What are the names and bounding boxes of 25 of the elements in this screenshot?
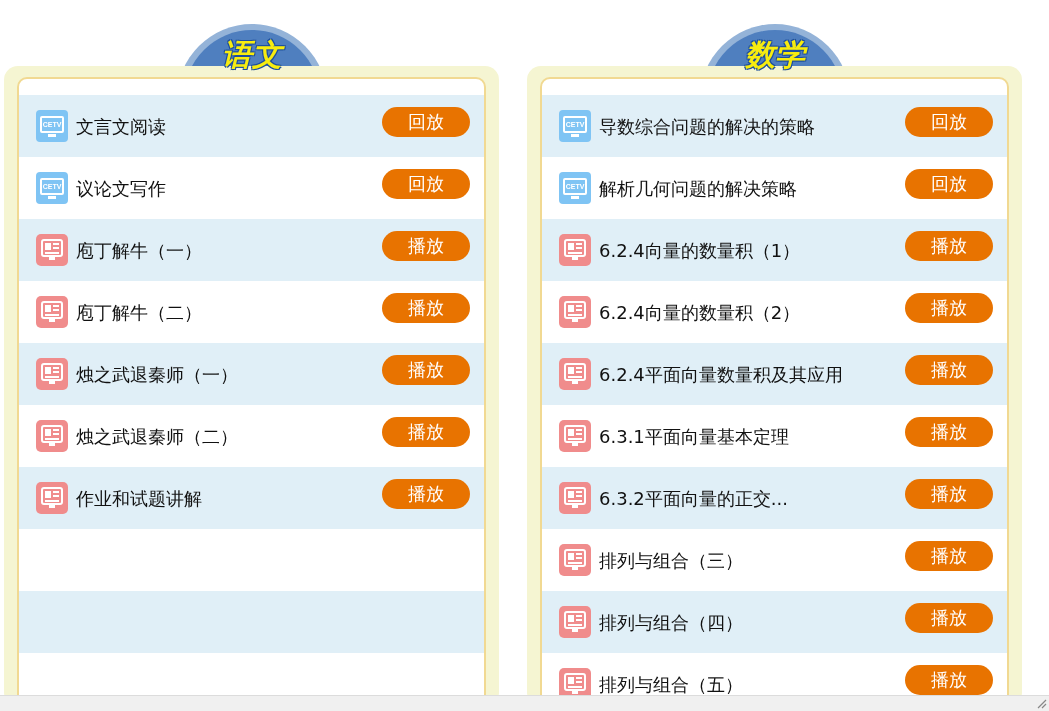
lesson-title: 6.3.1平面向量基本定理: [599, 424, 789, 449]
lesson-title: 6.3.2平面向量的正交...: [599, 486, 788, 511]
lesson-row[interactable]: 6.3.2平面向量的正交... 播放: [542, 467, 1007, 529]
lesson-title: 庖丁解牛（一）: [76, 238, 202, 263]
lesson-title: 作业和试题讲解: [76, 486, 202, 511]
lesson-row[interactable]: 烛之武退秦师（一） 播放: [19, 343, 484, 405]
resize-grip-icon: [1037, 698, 1047, 709]
lesson-title: 文言文阅读: [76, 114, 166, 139]
lesson-row[interactable]: 6.2.4平面向量数量积及其应用 播放: [542, 343, 1007, 405]
lesson-row[interactable]: 6.2.4向量的数量积（1） 播放: [542, 219, 1007, 281]
lesson-title: 庖丁解牛（二）: [76, 300, 202, 325]
lesson-row[interactable]: 作业和试题讲解 播放: [19, 467, 484, 529]
lesson-row[interactable]: 庖丁解牛（一） 播放: [19, 219, 484, 281]
lesson-title: 6.2.4向量的数量积（2）: [599, 300, 801, 325]
lesson-title: 烛之武退秦师（二）: [76, 424, 238, 449]
lesson-title: 排列与组合（四）: [599, 610, 743, 635]
lesson-title: 解析几何问题的解决策略: [599, 176, 797, 201]
lesson-title: 议论文写作: [76, 176, 166, 201]
lesson-title: 排列与组合（三）: [599, 548, 743, 573]
lesson-title: 6.2.4平面向量数量积及其应用: [599, 362, 843, 387]
lesson-title: 烛之武退秦师（一）: [76, 362, 238, 387]
lesson-row[interactable]: 排列与组合（四） 播放: [542, 591, 1007, 653]
lesson-title: 导数综合问题的解决的策略: [599, 114, 815, 139]
lesson-title: 6.2.4向量的数量积（1）: [599, 238, 801, 263]
lesson-title: 排列与组合（五）: [599, 672, 743, 695]
